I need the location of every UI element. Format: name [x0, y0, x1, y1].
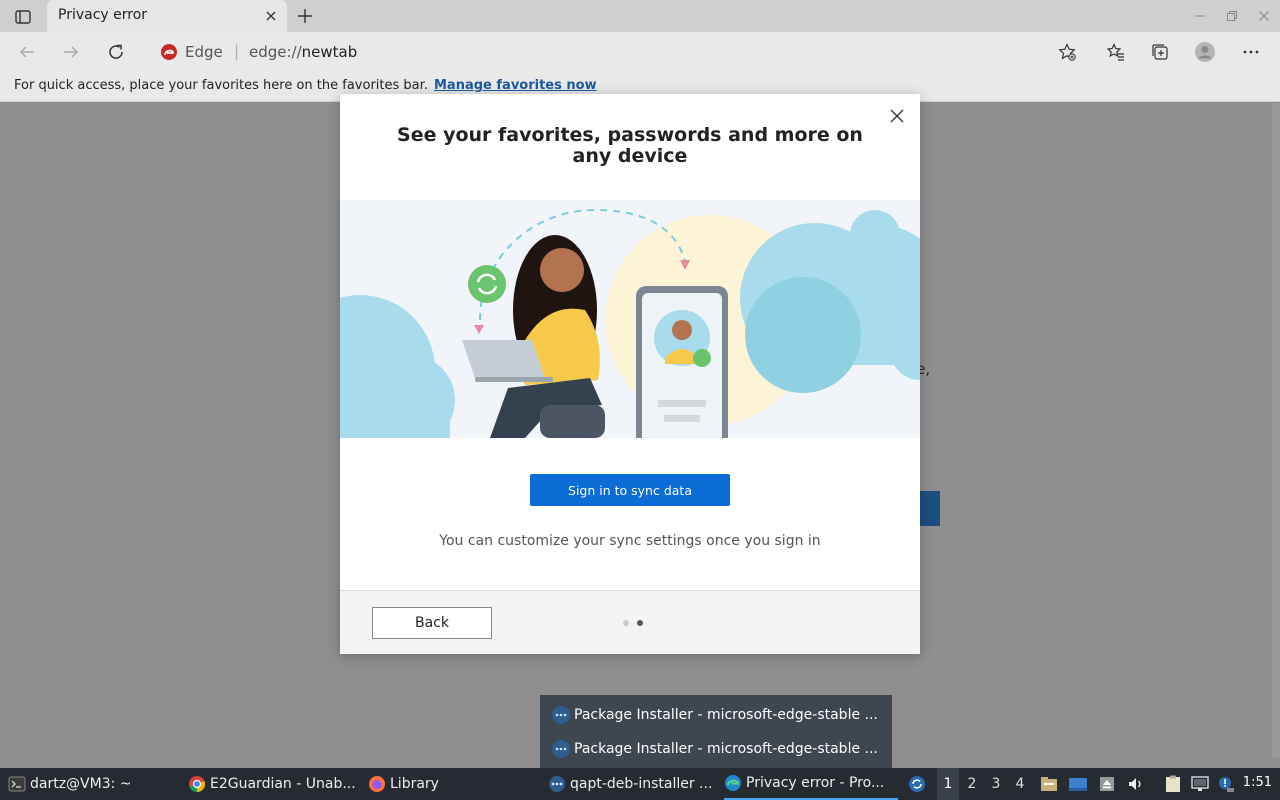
taskbar-item-library[interactable]: Library	[368, 768, 448, 800]
minimize-icon[interactable]	[1184, 0, 1216, 32]
browser-toolbar: Edge | edge://newtab	[0, 32, 1280, 72]
url-path: newtab	[301, 43, 358, 61]
tab-privacy-error[interactable]: Privacy error	[47, 0, 287, 32]
address-bar[interactable]: Edge | edge://newtab	[148, 37, 1088, 67]
sync-hint-text: You can customize your sync settings onc…	[439, 533, 821, 549]
new-tab-icon[interactable]	[295, 6, 315, 26]
manage-favorites-link[interactable]: Manage favorites now	[434, 78, 597, 93]
terminal-icon	[8, 776, 26, 792]
clock[interactable]: 1:51	[1243, 775, 1272, 790]
chrome-icon	[189, 776, 206, 793]
taskbar-item-label: qapt-deb-installer ...	[570, 776, 713, 792]
taskbar-item-installer[interactable]: qapt-deb-installer ...	[548, 768, 716, 800]
clipboard-icon[interactable]	[1163, 775, 1183, 793]
installer-icon	[549, 776, 565, 792]
taskbar-item-edge[interactable]: Privacy error - Pro...	[724, 768, 898, 800]
sync-dialog: See your favorites, passwords and more o…	[340, 94, 920, 654]
update-notifier-icon[interactable]	[907, 775, 927, 793]
notification-icon[interactable]	[1216, 775, 1236, 793]
favorites-bar-message: For quick access, place your favorites h…	[14, 78, 428, 93]
taskbar-item-terminal[interactable]: dartz@VM3: ~	[8, 768, 168, 800]
taskbar-item-chrome[interactable]: E2Guardian - Unab...	[188, 768, 358, 800]
taskbar: dartz@VM3: ~ E2Guardian - Unab... Librar…	[0, 768, 1280, 800]
refresh-icon[interactable]	[104, 40, 128, 64]
workspace-1[interactable]: 1	[937, 768, 959, 800]
close-tab-icon[interactable]	[263, 8, 279, 24]
window-list-popup: Package Installer - microsoft-edge-stabl…	[540, 695, 892, 769]
eject-icon[interactable]	[1097, 775, 1117, 793]
close-window-icon[interactable]	[1248, 0, 1280, 32]
volume-icon[interactable]	[1126, 775, 1146, 793]
window-controls	[1184, 0, 1280, 32]
more-options-icon[interactable]	[1240, 41, 1262, 63]
popup-item-label: Package Installer - microsoft-edge-stabl…	[574, 707, 878, 723]
dialog-footer: Back	[340, 590, 920, 654]
tab-strip: Privacy error	[0, 0, 1280, 32]
file-manager-icon[interactable]	[1039, 775, 1059, 793]
add-favorite-icon[interactable]	[1058, 43, 1076, 61]
collections-icon[interactable]	[1149, 41, 1171, 63]
workspace-4[interactable]: 4	[1009, 768, 1031, 800]
popup-item[interactable]: Package Installer - microsoft-edge-stabl…	[540, 732, 892, 766]
page-scrollbar[interactable]	[1272, 103, 1280, 757]
address-separator: |	[234, 42, 240, 60]
workspace-2[interactable]: 2	[961, 768, 983, 800]
desktop-icon[interactable]	[1068, 775, 1088, 793]
favorites-icon[interactable]	[1105, 41, 1127, 63]
workspace-3[interactable]: 3	[985, 768, 1007, 800]
taskbar-item-label: E2Guardian - Unab...	[210, 776, 356, 792]
taskbar-item-label: Library	[390, 776, 439, 792]
profile-avatar-icon[interactable]	[1194, 41, 1216, 63]
url-text: edge://newtab	[249, 43, 357, 61]
sync-illustration	[340, 200, 920, 438]
forward-arrow-icon[interactable]	[59, 40, 83, 64]
pager-dot[interactable]	[623, 620, 629, 626]
dialog-title: See your favorites, passwords and more o…	[397, 124, 863, 167]
popup-item-label: Package Installer - microsoft-edge-stabl…	[574, 741, 878, 757]
tab-title: Privacy error	[58, 7, 148, 23]
url-scheme: edge://	[249, 43, 302, 61]
restore-icon[interactable]	[1216, 0, 1248, 32]
firefox-icon	[369, 776, 385, 792]
taskbar-item-label: dartz@VM3: ~	[30, 776, 132, 792]
close-dialog-icon[interactable]	[888, 107, 906, 125]
edge-icon	[725, 775, 741, 791]
installer-icon	[552, 740, 570, 758]
back-arrow-icon[interactable]	[15, 40, 39, 64]
installer-icon	[552, 706, 570, 724]
site-label: Edge	[185, 43, 223, 61]
sign-in-sync-button[interactable]: Sign in to sync data	[530, 474, 730, 506]
back-button[interactable]: Back	[372, 607, 492, 639]
network-icon[interactable]	[1190, 775, 1210, 793]
taskbar-item-label: Privacy error - Pro...	[746, 775, 885, 791]
edge-warning-icon	[161, 44, 177, 60]
tab-actions-icon[interactable]	[12, 8, 34, 26]
popup-item[interactable]: Package Installer - microsoft-edge-stabl…	[540, 698, 892, 732]
pager-dot-active[interactable]	[637, 620, 643, 626]
